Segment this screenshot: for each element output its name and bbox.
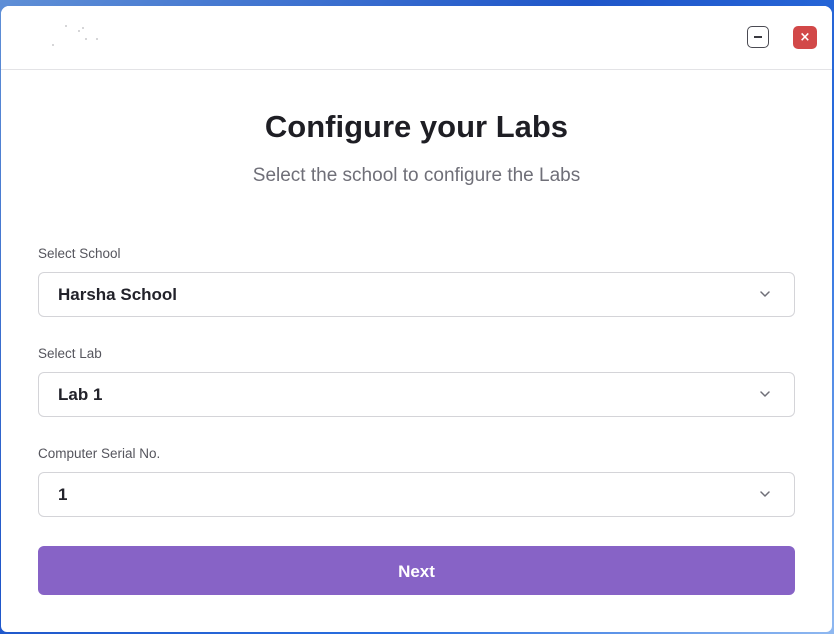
close-button[interactable]: × [793, 26, 817, 49]
close-icon: × [799, 30, 811, 45]
minimize-button[interactable] [747, 26, 769, 48]
chevron-down-icon [760, 391, 770, 397]
page-title: Configure your Labs [264, 109, 569, 144]
lab-select[interactable]: Lab 1 [38, 372, 795, 417]
school-select[interactable]: Harsha School [38, 272, 795, 317]
school-label: Select School [38, 246, 121, 261]
app-logo [45, 24, 105, 48]
school-value: Harsha School [58, 285, 178, 304]
serial-value: 1 [58, 485, 68, 504]
page-subtitle: Select the school to configure the Labs [252, 165, 581, 186]
next-button[interactable]: Next [38, 546, 795, 595]
serial-label: Computer Serial No. [38, 446, 161, 461]
minimize-icon [754, 36, 762, 38]
title-bar: × [1, 6, 832, 70]
serial-select[interactable]: 1 [38, 472, 795, 517]
chevron-down-icon [760, 491, 770, 497]
lab-value: Lab 1 [58, 385, 103, 404]
chevron-down-icon [760, 291, 770, 297]
lab-label: Select Lab [38, 346, 102, 361]
app-window: × Configure your Labs Select the school … [1, 6, 832, 632]
